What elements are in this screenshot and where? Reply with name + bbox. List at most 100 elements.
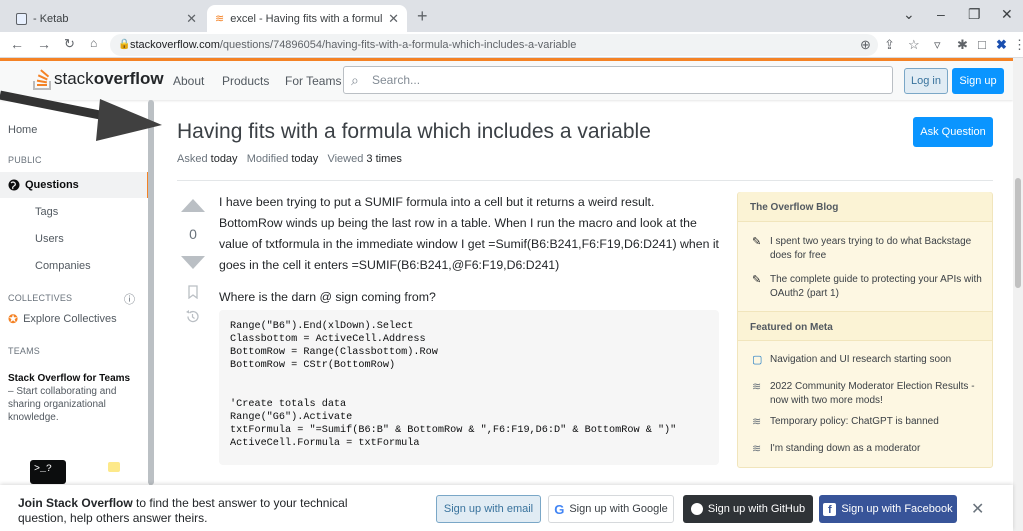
- shield-extension-icon[interactable]: ▿: [934, 37, 941, 53]
- signup-button[interactable]: Sign up: [952, 68, 1004, 94]
- question-meta: Asked today Modified today Viewed 3 time…: [177, 153, 402, 165]
- url-path: /questions/74896054/having-fits-with-a-f…: [219, 39, 577, 51]
- downvote-icon[interactable]: [180, 255, 206, 271]
- new-tab-icon[interactable]: +: [417, 6, 428, 27]
- signup-email-button[interactable]: Sign up with email: [436, 495, 541, 523]
- google-icon: G: [554, 501, 565, 517]
- info-icon[interactable]: ⓘ: [124, 291, 135, 307]
- meta-item[interactable]: ≋ 2022 Community Moderator Election Resul…: [752, 380, 982, 408]
- login-button[interactable]: Log in: [904, 68, 948, 94]
- blog-item-text: I spent two years trying to do what Back…: [770, 236, 972, 261]
- code-block: Range("B6").End(xlDown).Select Classbott…: [219, 310, 719, 465]
- question-paragraph: I have been trying to put a SUMIF formul…: [219, 195, 719, 272]
- search-input[interactable]: ⌕ Search...: [343, 66, 893, 94]
- overflow-blog-widget: The Overflow Blog ✎ I spent two years try…: [737, 192, 993, 468]
- signup-banner-bold: Join Stack Overflow: [18, 496, 133, 510]
- explore-collectives-label: Explore Collectives: [23, 313, 117, 325]
- annotation-arrow: [0, 90, 162, 141]
- close-window-icon[interactable]: ✕: [1001, 6, 1013, 23]
- back-icon[interactable]: ←: [10, 36, 24, 52]
- pencil-icon: ✎: [752, 236, 762, 248]
- search-placeholder: Search...: [372, 73, 421, 87]
- blog-item[interactable]: ✎ The complete guide to protecting your A…: [752, 273, 982, 301]
- teams-promo-title[interactable]: Stack Overflow for Teams: [8, 373, 130, 384]
- home-icon[interactable]: ⌂: [90, 36, 97, 50]
- teams-promo: Stack Overflow for Teams – Start collabo…: [8, 372, 138, 424]
- zoom-icon[interactable]: ⊕: [860, 37, 871, 53]
- asked-value: today: [210, 153, 238, 165]
- question-title[interactable]: Having fits with a formula which include…: [177, 120, 651, 144]
- nav-tags[interactable]: Tags: [35, 206, 58, 218]
- stackoverflow-favicon-icon: ≋: [215, 13, 225, 25]
- reload-icon[interactable]: ↻: [64, 36, 75, 52]
- github-icon: [690, 503, 703, 515]
- chat-bubble-icon: [108, 462, 120, 472]
- restore-icon[interactable]: ❐: [968, 6, 981, 23]
- minimize-icon[interactable]: –: [937, 6, 945, 22]
- close-icon[interactable]: ✕: [971, 499, 984, 519]
- left-sidebar: Home PUBLIC Questions Tags Users Compani…: [0, 100, 150, 531]
- bookmark-star-icon[interactable]: ☆: [908, 37, 920, 53]
- nav-products[interactable]: Products: [222, 74, 269, 88]
- tab-title: - Ketab: [33, 12, 69, 25]
- modified-value[interactable]: today: [291, 153, 318, 165]
- signup-github-button[interactable]: Sign up with GitHub: [683, 495, 813, 523]
- extension-x-icon[interactable]: ✖: [996, 37, 1007, 53]
- question-paragraph: Where is the darn @ sign coming from?: [219, 290, 436, 304]
- blog-header: The Overflow Blog: [738, 192, 992, 222]
- scrollbar-thumb[interactable]: [1015, 178, 1021, 288]
- section-collectives: COLLECTIVES: [8, 293, 73, 303]
- facebook-icon: f: [823, 502, 837, 516]
- meta-item[interactable]: ▢ Navigation and UI research starting soo…: [752, 353, 982, 367]
- close-tab-icon[interactable]: ✕: [186, 11, 197, 27]
- menu-dots-icon[interactable]: ⋮: [1013, 37, 1023, 53]
- nav-questions-label: Questions: [25, 179, 79, 191]
- meta-item[interactable]: ≋ Temporary policy: ChatGPT is banned: [752, 415, 982, 429]
- history-icon[interactable]: [185, 309, 200, 324]
- page-scrollbar[interactable]: [1013, 58, 1023, 531]
- browser-tab-active[interactable]: ≋ excel - Having fits with a formula ✕: [207, 5, 407, 32]
- blog-item-text: The complete guide to protecting your AP…: [770, 274, 982, 299]
- browser-tab-ketab[interactable]: - Ketab ✕: [8, 5, 205, 32]
- sidebar-scrollbar[interactable]: [148, 100, 154, 485]
- tab-search-icon[interactable]: ⌄: [903, 6, 915, 23]
- forward-icon[interactable]: →: [37, 36, 51, 52]
- tab-title: excel - Having fits with a formula: [230, 12, 383, 25]
- search-icon: ⌕: [351, 72, 359, 88]
- nav-questions[interactable]: Questions: [0, 172, 150, 198]
- bookmark-icon[interactable]: [187, 285, 199, 299]
- url-field[interactable]: 🔒 stackoverflow.com/questions/74896054/h…: [110, 34, 878, 56]
- section-teams: TEAMS: [8, 346, 41, 356]
- stack-logo-icon: ≋: [752, 416, 762, 428]
- share-icon[interactable]: ⇪: [884, 37, 895, 53]
- nav-companies[interactable]: Companies: [35, 260, 91, 272]
- meta-item[interactable]: ≋ I'm standing down as a moderator: [752, 442, 982, 456]
- asked-label: Asked: [177, 153, 208, 165]
- signup-google-button[interactable]: G Sign up with Google: [548, 495, 674, 523]
- viewed-label: Viewed: [327, 153, 364, 165]
- blog-item[interactable]: ✎ I spent two years trying to do what Bac…: [752, 235, 982, 263]
- meta-item-text: Temporary policy: ChatGPT is banned: [770, 416, 939, 427]
- ask-question-button[interactable]: Ask Question: [913, 117, 993, 147]
- chat-icon: ▢: [752, 354, 763, 366]
- globe-icon: [8, 179, 20, 191]
- signup-facebook-button[interactable]: f Sign up with Facebook: [819, 495, 957, 523]
- close-tab-icon[interactable]: ✕: [388, 11, 399, 27]
- divider: [177, 180, 993, 181]
- nav-about[interactable]: About: [173, 74, 204, 88]
- nav-users[interactable]: Users: [35, 233, 64, 245]
- url-host: stackoverflow.com: [130, 39, 220, 51]
- lock-icon: 🔒: [118, 39, 131, 50]
- nav-for-teams[interactable]: For Teams: [285, 74, 341, 88]
- stack-logo-icon: ≋: [752, 381, 762, 393]
- signup-banner: Join Stack Overflow to find the best ans…: [0, 485, 1013, 531]
- nav-explore-collectives[interactable]: ✪ Explore Collectives: [8, 312, 117, 326]
- meta-item-text: I'm standing down as a moderator: [770, 443, 921, 454]
- sidepanel-icon[interactable]: □: [978, 37, 986, 52]
- upvote-icon[interactable]: [180, 197, 206, 213]
- teams-illustration: >_?: [30, 460, 66, 484]
- stack-logo-icon: ≋: [752, 443, 762, 455]
- extensions-icon[interactable]: ✱: [957, 37, 968, 53]
- question-body: I have been trying to put a SUMIF formul…: [219, 192, 719, 319]
- page-icon: [16, 12, 27, 25]
